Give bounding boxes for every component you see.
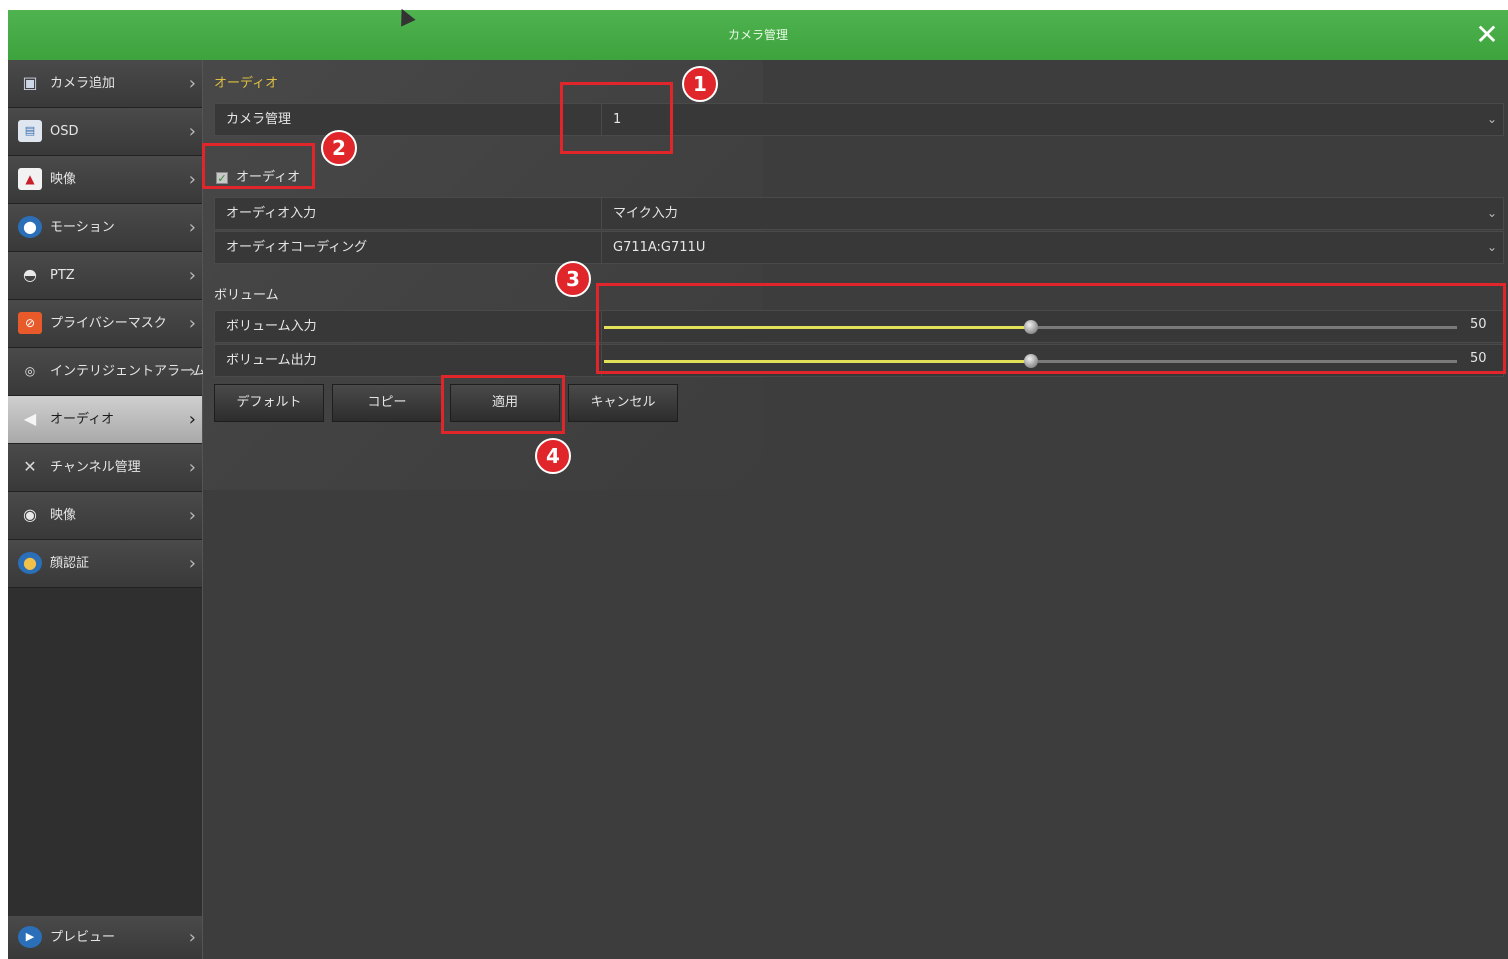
intelligent-alarm-icon: ◎ xyxy=(24,364,36,378)
chevron-down-icon[interactable]: ⌄ xyxy=(1487,104,1497,135)
audio-input-label: オーディオ入力 xyxy=(226,206,317,221)
annotation-badge-3: 3 xyxy=(555,261,591,297)
camera-label: カメラ管理 xyxy=(226,112,292,127)
annotation-box-4 xyxy=(441,375,565,434)
sidebar-item-audio[interactable]: ◀ オーディオ › xyxy=(8,396,202,444)
chevron-right-icon: › xyxy=(188,553,196,574)
volume-input-label: ボリューム入力 xyxy=(226,319,317,334)
audio-encoding-select[interactable]: G711A:G711U xyxy=(613,232,705,263)
sidebar-item-label: PTZ xyxy=(50,268,75,283)
window-title: カメラ管理 xyxy=(727,28,788,42)
close-icon[interactable]: ✕ xyxy=(1470,18,1504,52)
sidebar-item-label: 顔認証 xyxy=(50,556,90,571)
tools-icon: ✕ xyxy=(23,457,37,476)
sidebar-item-intelligent-alarm[interactable]: ◎ インテリジェントアラーム › xyxy=(8,348,206,396)
sidebar-item-privacy-mask[interactable]: ⊘ プライバシーマスク › xyxy=(8,300,202,348)
copy-button[interactable]: コピー xyxy=(332,384,442,422)
privacy-mask-icon: ⊘ xyxy=(18,312,42,334)
chevron-right-icon: › xyxy=(188,457,196,478)
sidebar-item-label: オーディオ xyxy=(50,412,115,427)
chevron-down-icon[interactable]: ⌄ xyxy=(1487,198,1497,229)
sidebar-item-video[interactable]: ◉ 映像 › xyxy=(8,492,202,540)
chevron-down-icon[interactable]: ⌄ xyxy=(1487,232,1497,263)
chevron-right-icon: › xyxy=(188,361,196,382)
audio-encoding-label: オーディオコーディング xyxy=(226,240,368,255)
sidebar-item-label: カメラ追加 xyxy=(50,76,116,91)
preview-icon: ▶ xyxy=(18,926,42,948)
annotation-badge-1: 1 xyxy=(682,66,718,102)
audio-input-select[interactable]: マイク入力 xyxy=(613,198,678,229)
title-bar: カメラ管理 ✕ xyxy=(8,10,1508,60)
chevron-right-icon: › xyxy=(188,169,196,190)
cancel-button[interactable]: キャンセル xyxy=(568,384,678,422)
speaker-icon: ◀ xyxy=(23,409,37,428)
sidebar: ▣ カメラ追加 › ▤ OSD › ▲ 映像 › ● モーション › ◓ PTZ… xyxy=(8,60,206,959)
sidebar-item-ptz[interactable]: ◓ PTZ › xyxy=(8,252,202,300)
sidebar-item-osd[interactable]: ▤ OSD › xyxy=(8,108,202,156)
sidebar-item-face-recognition[interactable]: ● 顔認証 › xyxy=(8,540,202,588)
chevron-right-icon: › xyxy=(188,265,196,286)
chevron-right-icon: › xyxy=(188,927,196,948)
sidebar-item-label: 映像 xyxy=(50,508,77,523)
sidebar-item-label: チャンネル管理 xyxy=(50,460,141,475)
audio-encoding-row[interactable]: オーディオコーディング G711A:G711U ⌄ xyxy=(214,231,1504,264)
chevron-right-icon: › xyxy=(188,121,196,142)
motion-icon: ● xyxy=(18,216,42,238)
sidebar-item-label: 映像 xyxy=(50,172,77,187)
annotation-box-3 xyxy=(596,283,1506,374)
main-panel: オーディオ カメラ管理 1 ⌄ ✓ オーディオ オーディオ入力 マイク入力 ⌄ … xyxy=(203,60,1508,959)
sidebar-item-image[interactable]: ▲ 映像 › xyxy=(8,156,202,204)
sidebar-item-label: OSD xyxy=(50,124,79,139)
osd-icon: ▤ xyxy=(18,120,42,142)
sidebar-item-label: プライバシーマスク xyxy=(50,316,167,331)
chevron-right-icon: › xyxy=(188,73,196,94)
sidebar-item-preview[interactable]: ▶ プレビュー › xyxy=(8,916,202,959)
chevron-right-icon: › xyxy=(188,313,196,334)
chevron-right-icon: › xyxy=(188,217,196,238)
annotation-box-2 xyxy=(202,143,315,189)
sidebar-item-label: プレビュー xyxy=(50,930,116,945)
chevron-right-icon: › xyxy=(188,409,196,430)
volume-output-label: ボリューム出力 xyxy=(226,353,317,368)
volume-title: ボリューム xyxy=(214,288,279,303)
annotation-box-1 xyxy=(560,82,673,154)
sidebar-item-label: モーション xyxy=(50,220,115,235)
camera-select-row[interactable]: カメラ管理 1 ⌄ xyxy=(214,103,1504,136)
row-divider xyxy=(601,198,602,229)
sidebar-item-camera-add[interactable]: ▣ カメラ追加 › xyxy=(8,60,202,108)
image-icon: ▲ xyxy=(18,168,42,190)
default-button[interactable]: デフォルト xyxy=(214,384,324,422)
camera-add-icon: ▣ xyxy=(22,73,38,92)
ptz-icon: ◓ xyxy=(23,265,37,284)
webcam-icon: ◉ xyxy=(23,505,37,524)
sidebar-item-motion[interactable]: ● モーション › xyxy=(8,204,202,252)
annotation-badge-2: 2 xyxy=(321,130,357,166)
annotation-badge-4: 4 xyxy=(535,438,571,474)
face-recognition-icon: ● xyxy=(18,552,42,574)
chevron-right-icon: › xyxy=(188,505,196,526)
section-title: オーディオ xyxy=(214,76,279,91)
audio-input-row[interactable]: オーディオ入力 マイク入力 ⌄ xyxy=(214,197,1504,230)
sidebar-item-label: インテリジェントアラーム xyxy=(50,364,206,379)
sidebar-item-channel-management[interactable]: ✕ チャンネル管理 › xyxy=(8,444,202,492)
row-divider xyxy=(601,232,602,263)
